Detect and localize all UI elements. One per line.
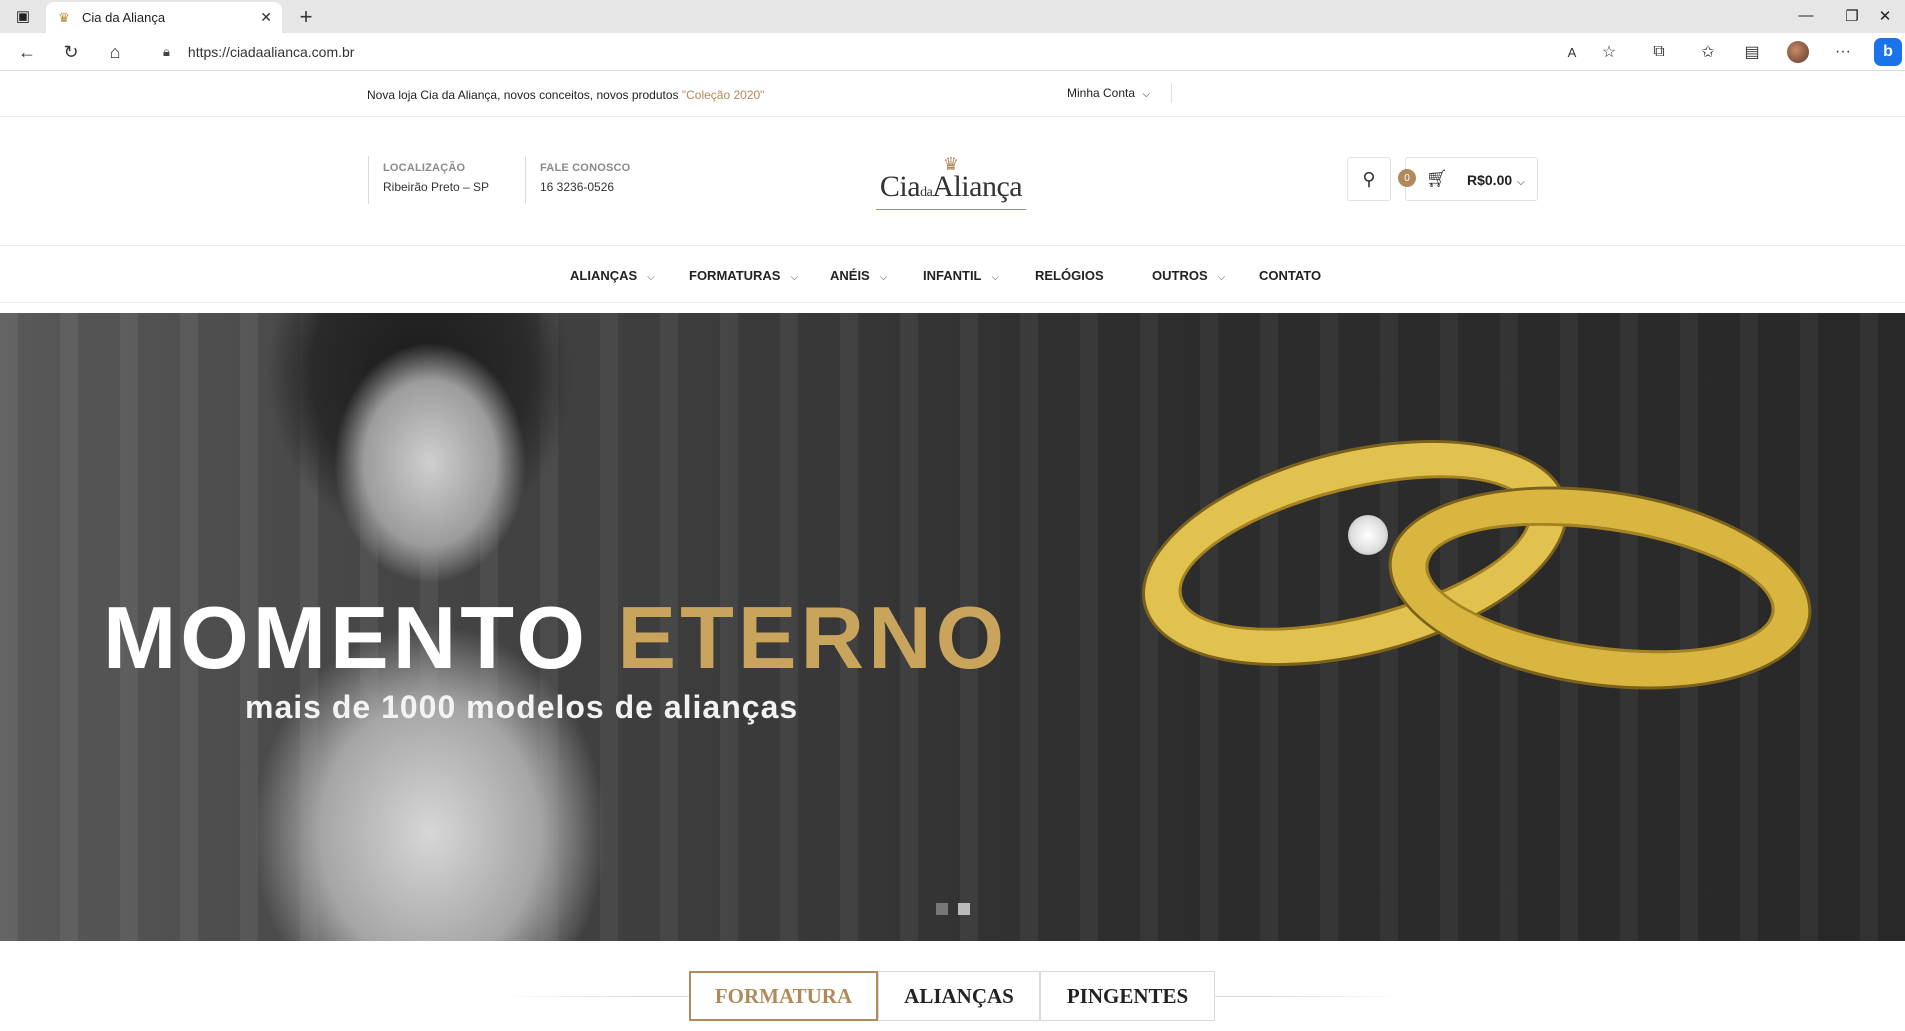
slider-pagination xyxy=(936,903,970,915)
tab-aliancas[interactable]: ALIANÇAS xyxy=(878,971,1040,1021)
logo-text: CiadaAliança xyxy=(879,170,1023,203)
browser-toolbar: ← ↻ ⌂ 🔒︎ https://ciadaalianca.com.br A ☆… xyxy=(0,33,1905,71)
cart-total: R$0.00 ⌵ xyxy=(1467,172,1525,188)
close-window-icon[interactable]: ✕ xyxy=(1865,0,1905,31)
category-tabs: FORMATURA ALIANÇAS PINGENTES xyxy=(0,971,1905,1031)
browser-tab-title: Cia da Aliança xyxy=(82,10,166,25)
wedding-rings-image xyxy=(1122,403,1822,712)
address-bar[interactable]: 🔒︎ https://ciadaalianca.com.br xyxy=(145,37,1615,67)
my-account-label: Minha Conta xyxy=(1067,86,1136,100)
slider-dot[interactable] xyxy=(936,903,948,915)
hero-subtitle: mais de 1000 modelos de alianças xyxy=(245,689,799,725)
location-value: Ribeirão Preto – SP xyxy=(383,180,490,194)
close-tab-icon[interactable]: ✕ xyxy=(260,9,272,26)
bing-chat-icon[interactable]: b xyxy=(1873,38,1903,66)
tab-formatura[interactable]: FORMATURA xyxy=(689,971,878,1021)
tab-pingentes[interactable]: PINGENTES xyxy=(1040,971,1215,1021)
tab-actions-icon[interactable]: ▣ xyxy=(0,0,46,31)
chevron-down-icon: ⌵ xyxy=(1217,272,1226,283)
nav-item-aliancas[interactable]: ALIANÇAS ⌵ xyxy=(570,268,655,283)
chevron-down-icon: ⌵ xyxy=(790,272,799,283)
promo-text: Nova loja Cia da Aliança, novos conceito… xyxy=(367,88,682,102)
hero-banner[interactable]: MOMENTO ETERNO mais de 1000 modelos de a… xyxy=(0,313,1905,941)
site-favicon-icon: ♛ xyxy=(58,9,70,25)
cart-button[interactable]: 0 🛒︎ R$0.00 ⌵ xyxy=(1398,157,1538,201)
site-logo[interactable]: ♛ CiadaAliança xyxy=(866,155,1036,212)
read-aloud-icon[interactable]: A xyxy=(1557,38,1587,66)
browser-tab-strip: ▣ ♛ Cia da Aliança ✕ + — ❐ ✕ xyxy=(0,0,1905,33)
nav-item-relogios[interactable]: RELÓGIOS xyxy=(1035,268,1104,283)
address-bar-url: https://ciadaalianca.com.br xyxy=(187,44,355,60)
contact-phone[interactable]: 16 3236-0526 xyxy=(540,180,630,194)
hero-title: MOMENTO ETERNO xyxy=(103,588,1009,687)
browser-tab[interactable]: ♛ Cia da Aliança ✕ xyxy=(46,2,282,33)
contact-info: FALE CONOSCO 16 3236-0526 xyxy=(525,156,630,204)
refresh-icon[interactable]: ↻ xyxy=(56,38,86,66)
extensions-icon[interactable]: ⧉ xyxy=(1644,38,1674,66)
diamond-stone xyxy=(1348,515,1388,555)
location-label: LOCALIZAÇÃO xyxy=(383,162,466,174)
favorites-icon[interactable]: ✩ xyxy=(1693,38,1723,66)
location-info: LOCALIZAÇÃO Ribeirão Preto – SP xyxy=(368,156,489,204)
cart-count-badge: 0 xyxy=(1398,169,1416,187)
profile-avatar-icon[interactable] xyxy=(1783,38,1813,66)
chevron-down-icon: ⌵ xyxy=(1142,89,1150,100)
shopping-cart-icon: 🛒︎ xyxy=(1426,169,1448,188)
nav-item-outros[interactable]: OUTROS ⌵ xyxy=(1152,268,1225,283)
contact-label: FALE CONOSCO xyxy=(540,162,631,174)
main-navigation: ALIANÇAS ⌵ FORMATURAS ⌵ ANÉIS ⌵ INFANTIL ⌵ R… xyxy=(0,247,1905,303)
promo-message: Nova loja Cia da Aliança, novos conceito… xyxy=(367,88,764,102)
website: Nova loja Cia da Aliança, novos conceito… xyxy=(0,71,1905,1031)
logo-underline xyxy=(876,209,1026,210)
nav-item-formaturas[interactable]: FORMATURAS ⌵ xyxy=(689,268,798,283)
nav-item-aneis[interactable]: ANÉIS ⌵ xyxy=(830,268,887,283)
divider xyxy=(1171,83,1172,103)
my-account-dropdown[interactable]: Minha Conta ⌵ xyxy=(1067,86,1150,100)
slider-dot-active[interactable] xyxy=(958,903,970,915)
site-header: LOCALIZAÇÃO Ribeirão Preto – SP FALE CON… xyxy=(0,118,1905,246)
more-options-icon[interactable]: ··· xyxy=(1828,38,1858,66)
chevron-down-icon: ⌵ xyxy=(879,272,888,283)
lock-icon: 🔒︎ xyxy=(163,44,170,59)
top-announcement-bar: Nova loja Cia da Aliança, novos conceito… xyxy=(0,71,1905,117)
collections-icon[interactable]: ▤ xyxy=(1737,38,1767,66)
back-arrow-icon[interactable]: ← xyxy=(12,38,42,66)
chevron-down-icon: ⌵ xyxy=(647,272,655,283)
nav-item-infantil[interactable]: INFANTIL ⌵ xyxy=(923,268,999,283)
chevron-down-icon: ⌵ xyxy=(1517,177,1525,188)
home-icon[interactable]: ⌂ xyxy=(100,38,130,66)
new-tab-button[interactable]: + xyxy=(292,4,320,30)
nav-item-contato[interactable]: CONTATO xyxy=(1259,268,1321,283)
chevron-down-icon: ⌵ xyxy=(991,272,1000,283)
add-favorite-icon[interactable]: ☆ xyxy=(1594,38,1624,66)
promo-highlight: "Coleção 2020" xyxy=(681,88,765,102)
search-icon: ⚲ xyxy=(1362,168,1376,189)
minimize-window-icon[interactable]: — xyxy=(1783,0,1829,31)
search-button[interactable]: ⚲ xyxy=(1347,157,1391,201)
